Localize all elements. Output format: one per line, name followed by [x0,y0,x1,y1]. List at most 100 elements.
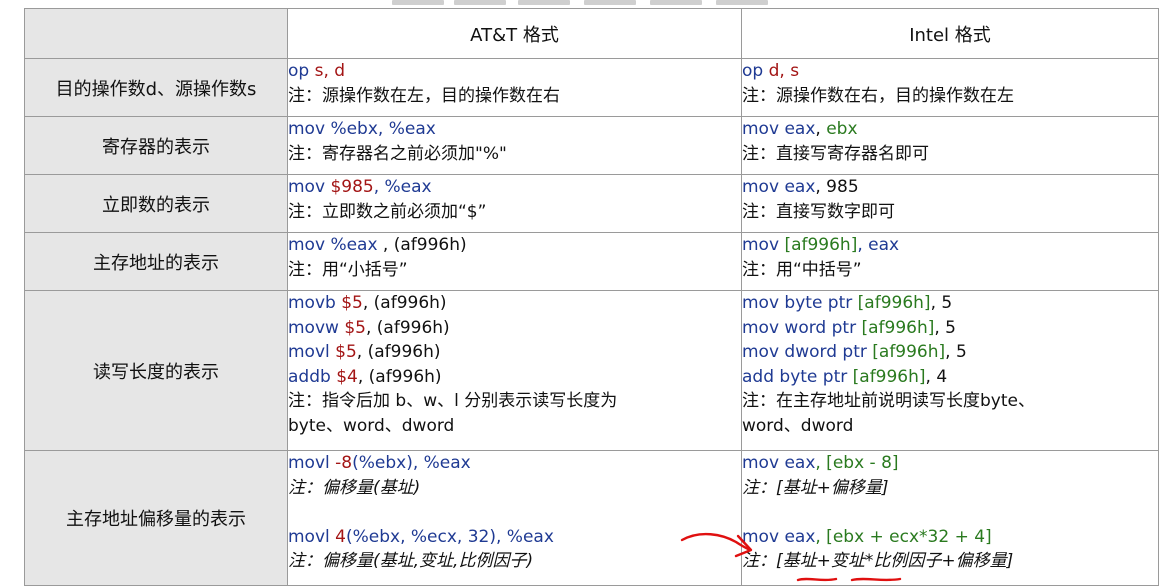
operands: s, d [314,61,346,81]
mnemonic: mov [742,526,780,547]
operands-rest: , 985 [815,177,859,197]
table-row: 寄存器的表示 mov %ebx, %eax 注：寄存器名之前必须加"%" mov… [24,116,1159,175]
mnemonic: movl [288,526,330,547]
operands-rest: , (af996h) [365,317,450,338]
mnemonic: movw [288,317,339,338]
operands-rest: , (af996h) [362,293,447,313]
note: 注：用“小括号” [288,259,408,280]
memory-operand: , [ebx - 8] [815,453,899,473]
operand-dest: eax [784,453,816,473]
immediate: $5 [344,317,366,338]
immediate: $985 [330,177,374,197]
note: 注：指令后加 b、w、l 分别表示读写长度为 [288,391,618,411]
operands-rest: , 5 [930,293,953,313]
note: 注：寄存器名之前必须加"%" [288,143,507,164]
mnemonic: mov [742,453,780,473]
memory-operand: , [ebx + ecx*32 + 4] [815,526,992,547]
operand-dest: eax [784,526,816,547]
operands-rest: , (af996h) [377,235,467,255]
mnemonic: op [742,61,764,81]
note: 注：[基址+偏移量] [742,477,889,498]
note: 注：源操作数在左，目的操作数在右 [288,85,560,106]
operand-src: ebx [826,119,858,139]
operands-rest: , (af996h) [356,342,441,362]
mnemonic: mov [288,119,326,139]
intel-cell: op d, s 注：源操作数在右，目的操作数在左 [741,58,1159,117]
operands-rest: (%ebx), %eax [352,453,471,473]
table-row: 主存地址偏移量的表示 movl -8(%ebx), %eax 注：偏移量(基址)… [24,450,1159,586]
mnemonic: mov byte ptr [742,293,853,313]
operand-dest: eax [784,177,816,197]
row-category: 立即数的表示 [24,174,288,233]
memory-operand: [af996h] [784,235,858,255]
att-header: AT&T 格式 [287,8,742,59]
mnemonic: mov [742,177,780,197]
mnemonic: op [288,61,310,81]
operands-rest: , %eax [373,177,432,197]
mnemonic: mov [742,119,780,139]
syntax-comparison-table: AT&T 格式 Intel 格式 目的操作数d、源操作数s op s, d 注：… [24,8,1159,586]
table-row: 读写长度的表示 movb $5, (af996h) movw $5, (af99… [24,290,1159,451]
note: 注：在主存地址前说明读写长度byte、 [742,391,1035,411]
note: word、dword [742,415,854,436]
note: 注：立即数之前必须加“$” [288,201,487,222]
memory-operand: [af996h] [872,342,946,362]
note: 注：源操作数在右，目的操作数在左 [742,85,1014,106]
top-strip [0,0,1175,8]
comma: , [815,119,821,139]
att-cell: mov $985, %eax 注：立即数之前必须加“$” [287,174,742,233]
memory-operand: [af996h] [861,317,935,338]
att-cell: op s, d 注：源操作数在左，目的操作数在右 [287,58,742,117]
table-row: 主存地址的表示 mov %eax , (af996h) 注：用“小括号” mov… [24,232,1159,291]
note: 注：直接写寄存器名即可 [742,143,929,164]
immediate: $4 [336,366,358,387]
row-category: 主存地址的表示 [24,232,288,291]
corner-cell [24,8,288,59]
mnemonic: mov word ptr [742,317,857,338]
note: 注：偏移量(基址) [288,477,421,498]
mnemonic: movl [288,342,330,362]
intel-cell: mov eax, [ebx - 8] 注：[基址+偏移量] mov eax, [… [741,450,1159,586]
row-category: 读写长度的表示 [24,290,288,451]
operands: d, s [768,61,800,81]
operands-rest: , 5 [934,317,956,338]
mnemonic: movl [288,453,330,473]
header-row: AT&T 格式 Intel 格式 [24,8,1159,59]
note: 注：[基址+变址*比例因子+偏移量] [742,551,1014,571]
mnemonic: mov [288,177,326,197]
att-cell: movb $5, (af996h) movw $5, (af996h) movl… [287,290,742,451]
att-cell: mov %eax , (af996h) 注：用“小括号” [287,232,742,291]
operands: %ebx, %eax [330,119,436,139]
operands-rest: , (af996h) [357,366,442,387]
row-category: 目的操作数d、源操作数s [24,58,288,117]
memory-operand: [af996h] [857,293,931,313]
intel-cell: mov eax, 985 注：直接写数字即可 [741,174,1159,233]
memory-operand: [af996h] [852,366,926,387]
intel-header: Intel 格式 [741,8,1159,59]
att-cell: movl -8(%ebx), %eax 注：偏移量(基址) movl 4(%eb… [287,450,742,586]
note: 注：用“中括号” [742,259,862,280]
intel-cell: mov [af996h], eax 注：用“中括号” [741,232,1159,291]
table-row: 立即数的表示 mov $985, %eax 注：立即数之前必须加“$” mov … [24,174,1159,233]
offset: -8 [335,453,353,473]
note: 注：偏移量(基址,变址,比例因子) [288,551,534,571]
mnemonic: mov [288,235,326,255]
immediate: $5 [335,342,357,362]
row-category: 主存地址偏移量的表示 [24,450,288,586]
intel-cell: mov byte ptr [af996h], 5 mov word ptr [a… [741,290,1159,451]
mnemonic: addb [288,366,331,387]
note: byte、word、dword [288,415,455,436]
mnemonic: add byte ptr [742,366,848,387]
operands-rest: , eax [857,235,900,255]
table-row: 目的操作数d、源操作数s op s, d 注：源操作数在左，目的操作数在右 op… [24,58,1159,117]
mnemonic: mov dword ptr [742,342,867,362]
operands-rest: , 4 [925,366,948,387]
operands-rest: , 5 [945,342,967,362]
att-cell: mov %ebx, %eax 注：寄存器名之前必须加"%" [287,116,742,175]
offset: 4 [335,526,346,547]
mnemonic: movb [288,293,336,313]
operand-dest: eax [784,119,816,139]
operands-rest: (%ebx, %ecx, 32), %eax [345,526,554,547]
operand-src: %eax [330,235,378,255]
mnemonic: mov [742,235,780,255]
